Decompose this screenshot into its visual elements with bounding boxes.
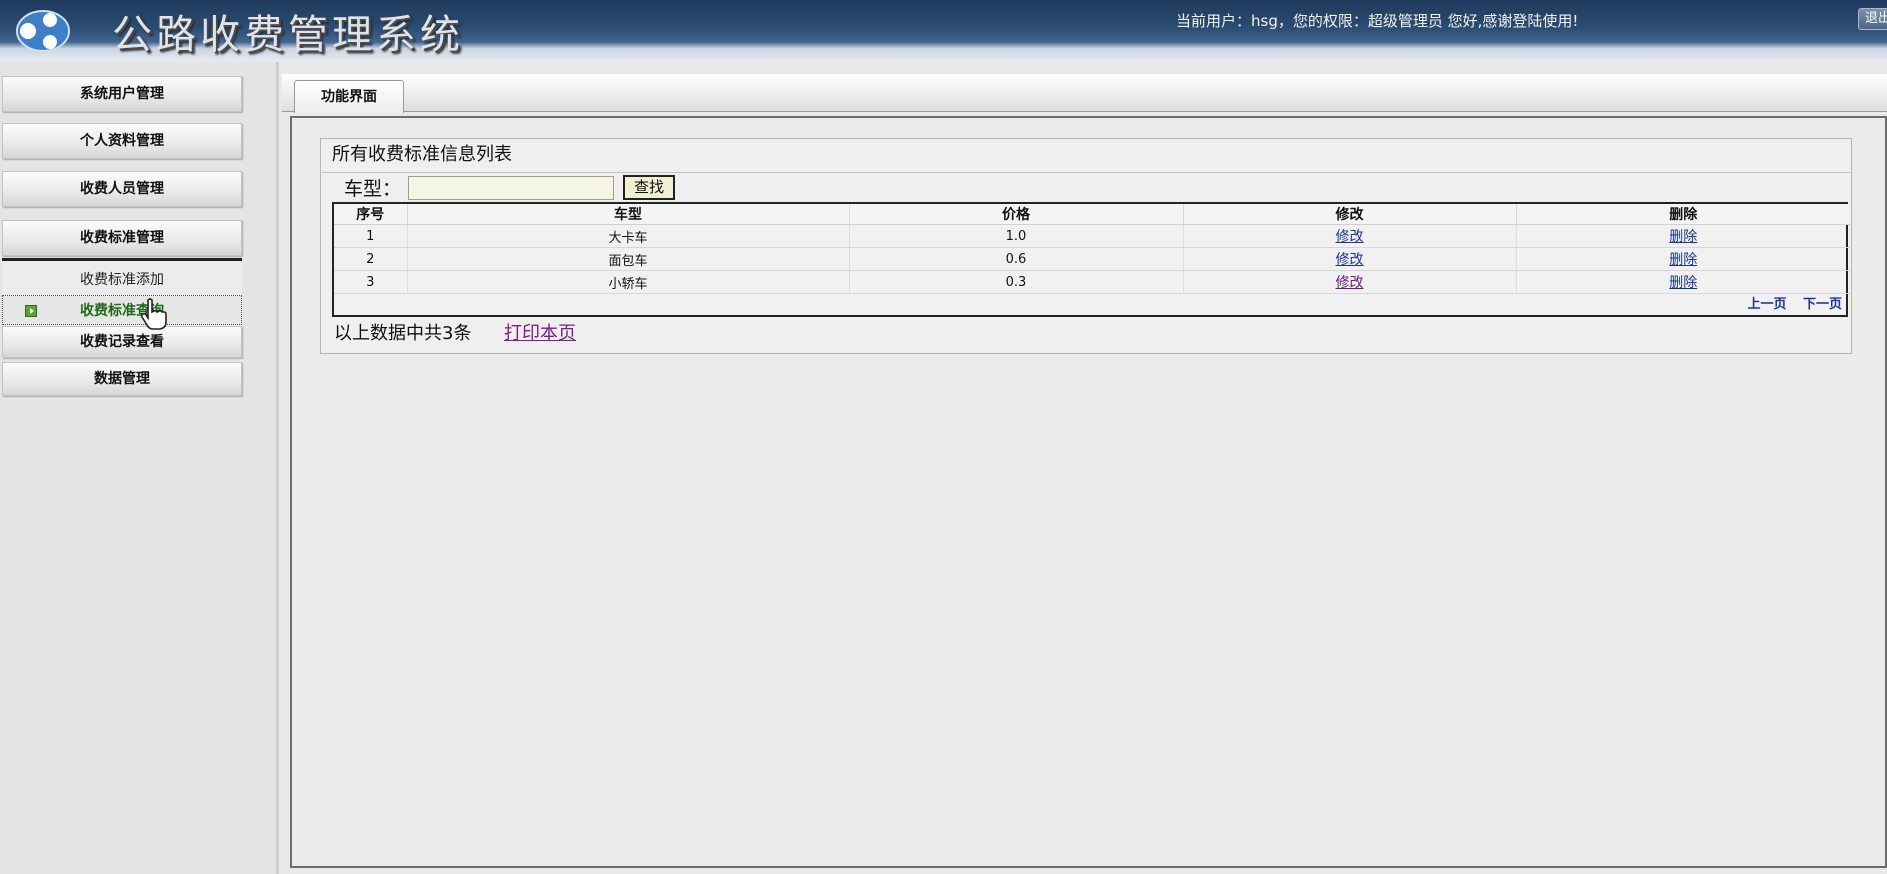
delete-link[interactable]: 删除: [1669, 252, 1697, 268]
toll-standards-submenu: 收费标准添加 收费标准查询: [2, 258, 242, 326]
column-header-price: 价格: [849, 204, 1184, 225]
vehicle-type-label: 车型：: [344, 178, 402, 200]
arrow-right-icon: [25, 305, 37, 317]
current-user-info: 当前用户：hsg，您的权限：超级管理员 您好,感谢登陆使用!: [1176, 12, 1579, 30]
delete-link[interactable]: 删除: [1669, 229, 1697, 245]
table-row: 2 面包车 0.6 修改 删除: [334, 247, 1850, 271]
column-header-vehicle-type: 车型: [407, 204, 850, 225]
logo-icon: [16, 10, 70, 52]
column-header-index: 序号: [334, 204, 408, 225]
pagination: 上一页 下一页: [1735, 293, 1842, 312]
submenu-item-query-standard[interactable]: 收费标准查询: [2, 295, 242, 325]
cell-index: 3: [334, 270, 408, 294]
search-button[interactable]: 查找: [623, 175, 675, 200]
sidebar-item-personal-profile[interactable]: 个人资料管理: [2, 123, 242, 159]
cell-vehicle-type: 大卡车: [407, 224, 850, 248]
cell-edit: 修改: [1183, 270, 1517, 294]
column-header-edit: 修改: [1183, 204, 1517, 225]
app-header: 公路收费管理系统 当前用户：hsg，您的权限：超级管理员 您好,感谢登陆使用! …: [0, 0, 1887, 62]
cell-edit: 修改: [1183, 224, 1517, 248]
next-page-link[interactable]: 下一页: [1803, 297, 1842, 312]
cell-index: 2: [334, 247, 408, 271]
cell-price: 0.3: [849, 270, 1184, 294]
list-title: 所有收费标准信息列表: [332, 144, 512, 165]
vehicle-type-search-input[interactable]: [408, 176, 614, 200]
table-row: 3 小轿车 0.3 修改 删除: [334, 270, 1850, 294]
table-row: 1 大卡车 1.0 修改 删除: [334, 224, 1850, 248]
cell-price: 1.0: [849, 224, 1184, 248]
hand-cursor-icon: [140, 298, 167, 330]
cell-price: 0.6: [849, 247, 1184, 271]
delete-link[interactable]: 删除: [1669, 275, 1697, 291]
sidebar-item-data-management[interactable]: 数据管理: [2, 362, 242, 396]
sidebar-item-toll-records[interactable]: 收费记录查看: [2, 326, 242, 358]
print-page-link[interactable]: 打印本页: [504, 322, 576, 346]
cell-delete: 删除: [1516, 247, 1850, 271]
sidebar-item-toll-standards[interactable]: 收费标准管理: [2, 220, 242, 256]
cell-vehicle-type: 小轿车: [407, 270, 850, 294]
cell-delete: 删除: [1516, 224, 1850, 248]
standards-table: 序号 车型 价格 修改 删除 1 大卡车 1.0 修改 删除 2 面包车 0.6…: [332, 202, 1850, 317]
edit-link[interactable]: 修改: [1336, 252, 1364, 268]
logout-button[interactable]: 退出: [1858, 8, 1887, 30]
sidebar-divider: [276, 62, 279, 874]
record-count-text: 以上数据中共3条: [334, 323, 472, 344]
cell-vehicle-type: 面包车: [407, 247, 850, 271]
tab-bar: [282, 74, 1887, 112]
edit-link[interactable]: 修改: [1336, 275, 1364, 291]
submenu-item-add-standard[interactable]: 收费标准添加: [2, 265, 242, 295]
edit-link[interactable]: 修改: [1336, 229, 1364, 245]
column-header-delete: 删除: [1516, 204, 1850, 225]
cell-edit: 修改: [1183, 247, 1517, 271]
app-title: 公路收费管理系统: [112, 12, 464, 58]
table-header-row: 序号 车型 价格 修改 删除: [334, 204, 1850, 225]
cell-index: 1: [334, 224, 408, 248]
title-divider: [322, 172, 1850, 173]
cell-delete: 删除: [1516, 270, 1850, 294]
prev-page-link[interactable]: 上一页: [1747, 297, 1786, 312]
tab-function-view[interactable]: 功能界面: [294, 80, 404, 113]
sidebar-item-system-users[interactable]: 系统用户管理: [2, 76, 242, 112]
sidebar-item-toll-staff[interactable]: 收费人员管理: [2, 171, 242, 207]
